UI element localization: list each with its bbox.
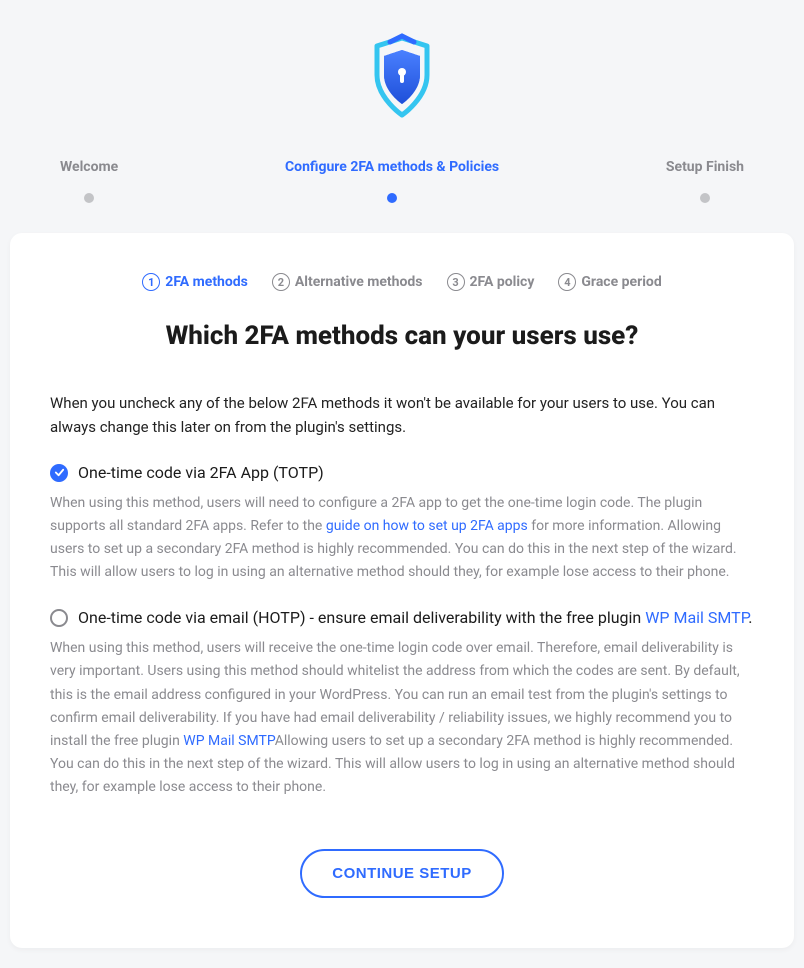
sub-step-2fa-methods[interactable]: 1 2FA methods [142,273,248,291]
sub-step-label: Alternative methods [295,274,423,290]
main-steps: Welcome Configure 2FA methods & Policies… [0,159,804,203]
sub-step-num: 1 [142,273,160,291]
sub-step-label: 2FA policy [470,274,535,290]
sub-step-2fa-policy[interactable]: 3 2FA policy [447,273,535,291]
method-title: One-time code via 2FA App (TOTP) [78,463,324,482]
main-step-label: Setup Finish [666,159,744,175]
checkbox-unchecked-icon [50,609,68,627]
wp-mail-smtp-link[interactable]: WP Mail SMTP [645,608,748,627]
method-title: One-time code via email (HOTP) - ensure … [78,608,752,627]
continue-setup-button[interactable]: CONTINUE SETUP [300,849,504,898]
method-desc: When using this method, users will need … [50,492,754,584]
method-totp: One-time code via 2FA App (TOTP) When us… [50,463,754,584]
sub-step-grace-period[interactable]: 4 Grace period [558,273,661,291]
step-dot-icon [387,193,397,203]
sub-step-num: 4 [558,273,576,291]
sub-step-label: Grace period [581,274,661,290]
method-hotp-toggle[interactable]: One-time code via email (HOTP) - ensure … [50,608,754,627]
wizard-header: Welcome Configure 2FA methods & Policies… [0,0,804,233]
method-desc: When using this method, users will recei… [50,637,754,799]
button-row: CONTINUE SETUP [50,849,754,898]
intro-text: When you uncheck any of the below 2FA me… [50,391,754,439]
sub-step-num: 3 [447,273,465,291]
wizard-card: 1 2FA methods 2 Alternative methods 3 2F… [10,233,794,948]
method-totp-toggle[interactable]: One-time code via 2FA App (TOTP) [50,463,754,482]
main-step-finish[interactable]: Setup Finish [666,159,744,203]
checkbox-checked-icon [50,464,68,482]
sub-step-num: 2 [272,273,290,291]
sub-step-alternative-methods[interactable]: 2 Alternative methods [272,273,423,291]
method-hotp: One-time code via email (HOTP) - ensure … [50,608,754,799]
shield-logo-icon [352,30,452,129]
main-step-welcome[interactable]: Welcome [60,159,118,203]
main-step-label: Configure 2FA methods & Policies [285,159,499,175]
main-step-configure[interactable]: Configure 2FA methods & Policies [285,159,499,203]
step-dot-icon [84,193,94,203]
page-title: Which 2FA methods can your users use? [50,321,754,351]
sub-steps: 1 2FA methods 2 Alternative methods 3 2F… [50,273,754,291]
step-dot-icon [700,193,710,203]
guide-link[interactable]: guide on how to set up 2FA apps [326,518,528,534]
main-step-label: Welcome [60,159,118,175]
wp-mail-smtp-link[interactable]: WP Mail SMTP [183,733,274,749]
sub-step-label: 2FA methods [165,274,248,290]
